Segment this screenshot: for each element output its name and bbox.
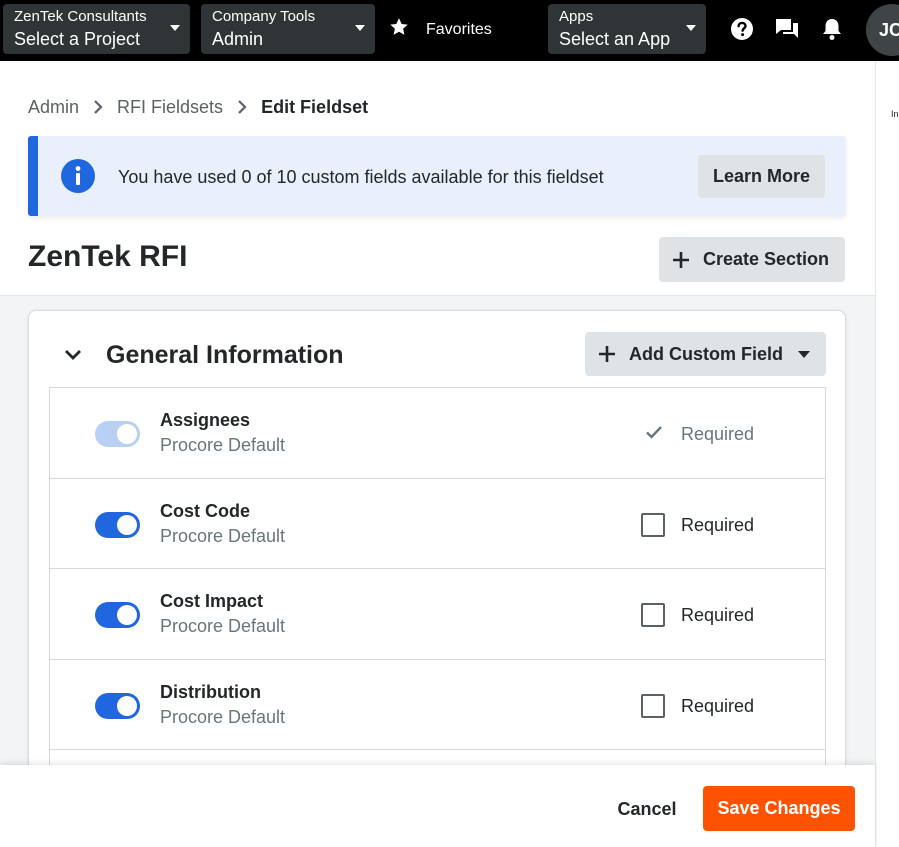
caret-down-icon [355,25,365,31]
user-avatar[interactable]: JC [866,4,899,56]
required-label: Required [681,605,755,625]
action-footer: Cancel Save Changes [0,765,875,847]
top-navigation-bar: ZenTek Consultants Select a Project Comp… [0,0,899,61]
required-checkbox[interactable] [641,603,665,627]
tool-selector[interactable]: Company Tools Admin [201,4,375,54]
project-selector-value: Select a Project [14,29,141,49]
toggle-knob [117,605,137,625]
field-list: Assignees Procore Default Required Cost … [49,387,826,779]
field-source: Procore Default [160,616,286,636]
side-panel-strip: In [875,61,899,847]
breadcrumb: Admin RFI Fieldsets Edit Fieldset [28,96,368,118]
caret-down-icon [170,25,180,31]
company-name: ZenTek Consultants [14,8,147,25]
field-row: Cost Impact Procore Default Required [50,569,825,660]
bell-icon[interactable] [819,16,845,42]
field-name: Cost Code [160,500,250,521]
field-enabled-toggle[interactable] [95,692,140,719]
field-source: Procore Default [160,435,286,455]
field-enabled-toggle[interactable] [95,602,140,628]
field-name: Cost Impact [160,591,264,611]
caret-down-icon [686,25,696,31]
add-custom-field-button[interactable]: Add Custom Field [585,332,826,376]
field-name: Assignees [160,410,251,430]
chevron-right-icon [85,96,111,118]
toggle-knob [117,695,137,716]
section-title: General Information [106,341,344,369]
chevron-down-icon[interactable] [62,344,84,366]
help-icon[interactable] [729,16,755,42]
chevron-right-icon [229,96,255,118]
caret-down-icon [798,351,810,358]
app-selector-value: Select an App [559,29,671,49]
required-label: Required [681,514,755,535]
create-section-label: Create Section [703,249,830,269]
breadcrumb-current: Edit Fieldset [261,96,369,117]
required-checkbox[interactable] [641,693,665,718]
plus-icon [596,343,618,365]
plus-icon [670,249,692,271]
favorites-label: Favorites [426,21,492,38]
field-source: Procore Default [160,706,286,727]
favorites-button[interactable]: Favorites [388,17,492,43]
breadcrumb-rfi-fieldsets[interactable]: RFI Fieldsets [117,97,223,118]
required-checkbox[interactable] [641,512,665,537]
required-label: Required [681,695,755,716]
required-label: Required [681,424,755,444]
field-enabled-toggle [95,421,140,447]
banner-message: You have used 0 of 10 custom fields avai… [118,167,604,187]
save-changes-button[interactable]: Save Changes [703,786,855,831]
chat-icon[interactable] [774,16,800,42]
tool-selector-value: Admin [212,29,264,49]
section-card: General Information Add Custom Field Ass… [28,310,846,780]
app-selector[interactable]: Apps Select an App [548,4,706,54]
add-custom-field-label: Add Custom Field [629,343,783,364]
project-selector[interactable]: ZenTek Consultants Select a Project [3,4,190,54]
custom-field-usage-banner: You have used 0 of 10 custom fields avai… [28,136,846,216]
checkmark-icon [643,421,665,443]
field-row: Assignees Procore Default Required [50,388,825,479]
field-row: Cost Code Procore Default Required [50,479,825,569]
toggle-knob [117,514,137,535]
field-row: Distribution Procore Default Required [50,660,825,750]
cancel-button[interactable]: Cancel [607,789,687,829]
field-source: Procore Default [160,525,286,546]
tool-selector-caption: Company Tools [212,8,316,25]
page-title: ZenTek RFI [28,240,188,273]
star-icon [388,16,414,44]
info-icon [60,158,96,194]
app-selector-caption: Apps [559,8,594,25]
learn-more-button[interactable]: Learn More [698,155,825,198]
side-panel-label: In [891,109,899,119]
field-enabled-toggle[interactable] [95,511,140,538]
toggle-knob [117,424,137,444]
breadcrumb-admin[interactable]: Admin [28,97,79,118]
create-section-button[interactable]: Create Section [659,237,845,282]
field-name: Distribution [160,681,261,702]
